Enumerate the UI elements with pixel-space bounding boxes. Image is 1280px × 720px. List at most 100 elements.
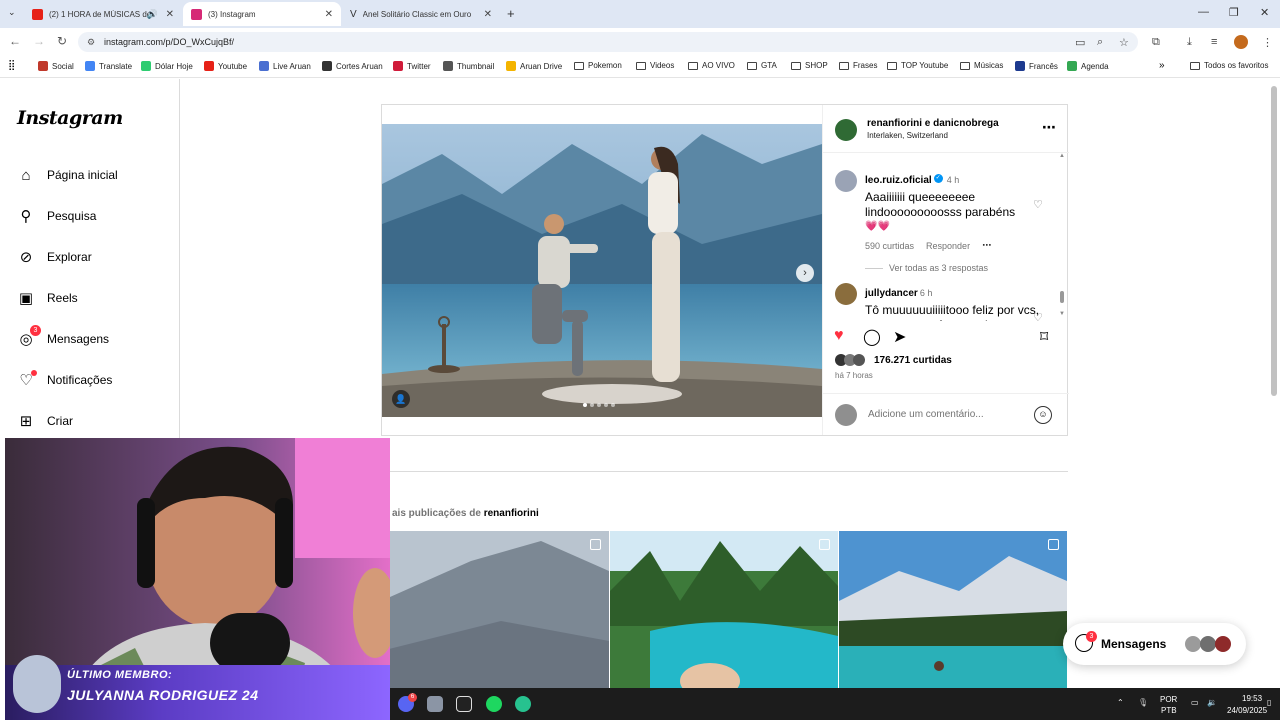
author-avatar[interactable] [835, 119, 857, 141]
scroll-down-icon[interactable]: ▼ [1059, 311, 1065, 317]
microphone-icon[interactable]: 🎙 [1138, 698, 1148, 707]
tab-ring-shop[interactable]: V Anel Solitário Classic em Ouro ✕ [342, 2, 500, 26]
spotify-icon[interactable] [486, 696, 502, 712]
nav-reels[interactable]: ▣ Reels [17, 286, 78, 310]
post-photo[interactable]: › 👤 [382, 124, 822, 417]
scroll-up-icon[interactable]: ▲ [1059, 153, 1065, 159]
grid-post[interactable] [839, 531, 1067, 689]
capcut-icon[interactable] [456, 696, 472, 712]
tray-chevron-icon[interactable]: ⌃ [1117, 698, 1124, 707]
language-primary[interactable]: POR [1160, 695, 1177, 704]
comment-username[interactable]: leo.ruiz.oficial [865, 175, 932, 186]
commenter-avatar[interactable] [835, 283, 857, 305]
apps-icon[interactable]: ⣿ [8, 60, 15, 71]
reload-icon[interactable]: ↻ [57, 34, 67, 48]
bookmark-ao-vivo[interactable]: AO VIVO [688, 61, 735, 70]
comment-likes[interactable]: 590 curtidas [865, 241, 914, 251]
more-options-icon[interactable]: ⋯ [1042, 119, 1057, 136]
close-icon[interactable]: ✕ [325, 9, 333, 20]
more-posts-user[interactable]: renanfiorini [484, 508, 539, 519]
forward-icon[interactable]: → [33, 34, 45, 48]
bookmark-pokemon[interactable]: Pokemon [574, 61, 622, 70]
bookmark-cortes[interactable]: Cortes Aruan [322, 61, 383, 71]
tab-instagram[interactable]: (3) Instagram ✕ [183, 2, 341, 26]
nav-create[interactable]: ⊞ Criar [17, 409, 73, 433]
close-icon[interactable]: ✕ [484, 9, 492, 20]
window-close-icon[interactable]: ✕ [1260, 6, 1269, 19]
chevron-right-icon[interactable]: » [1159, 60, 1165, 71]
instagram-logo[interactable]: Instagram [17, 107, 123, 129]
bookmark-musicas[interactable]: Músicas [960, 61, 1003, 70]
nav-notifications[interactable]: ♡ Notificações [17, 368, 112, 392]
profile-avatar[interactable] [1234, 35, 1248, 49]
app-icon[interactable] [515, 696, 531, 712]
install-app-icon[interactable]: ▭ [1075, 36, 1085, 49]
like-heart-icon[interactable]: ♥ [834, 327, 844, 345]
bookmark-all-favorites[interactable]: Todos os favoritos [1190, 61, 1268, 70]
post-author[interactable]: renanfiorini e danicnobrega [867, 118, 999, 129]
grid-post[interactable] [381, 531, 609, 689]
bookmark-frases[interactable]: Frases [839, 61, 877, 70]
clock-time[interactable]: 19:53 [1242, 694, 1262, 703]
restore-icon[interactable]: ❐ [1229, 6, 1239, 19]
star-icon[interactable]: ☆ [1119, 36, 1129, 49]
nav-home[interactable]: ⌂ Página inicial [17, 163, 117, 187]
bookmark-drive[interactable]: Aruan Drive [506, 61, 562, 71]
commenter-avatar[interactable] [835, 170, 857, 192]
comment-like-icon[interactable]: ♡ [1033, 198, 1043, 211]
emoji-icon[interactable]: ☺ [1034, 406, 1052, 424]
bookmark-videos[interactable]: Videos [636, 61, 674, 70]
download-icon[interactable]: ⤓ [1187, 36, 1192, 49]
comment-icon[interactable]: ◯ [863, 327, 881, 347]
clock-date[interactable]: 24/09/2025 [1227, 706, 1267, 715]
bookmark-top-youtube[interactable]: TOP Youtube [887, 61, 948, 70]
site-info-icon[interactable]: ⚙ [87, 32, 95, 52]
bookmark-twitter[interactable]: Twitter [393, 61, 431, 71]
bookmark-youtube[interactable]: Youtube [204, 61, 247, 71]
user-tag-icon[interactable]: 👤 [392, 390, 410, 408]
next-arrow-icon[interactable]: › [796, 264, 814, 282]
likes-count[interactable]: 176.271 curtidas [874, 355, 952, 366]
comment-username[interactable]: jullydancer [865, 288, 918, 299]
new-tab-icon[interactable]: + [507, 6, 515, 21]
bookmark-live-aruan[interactable]: Live Aruan [259, 61, 311, 71]
bookmark-shop[interactable]: SHOP [791, 61, 828, 70]
nav-search[interactable]: ⚲ Pesquisa [17, 204, 97, 228]
add-comment-input[interactable]: Adicione um comentário... [868, 409, 984, 420]
network-icon[interactable]: ▭ [1191, 698, 1199, 707]
language-secondary[interactable]: PTB [1161, 706, 1177, 715]
url-field[interactable]: ⚙ instagram.com/p/DO_WxCujqBf/ [78, 32, 1138, 52]
bookmark-translate[interactable]: Translate [85, 61, 132, 71]
reply-button[interactable]: Responder [926, 241, 970, 251]
close-icon[interactable]: ✕ [166, 9, 174, 20]
bookmark-dolar[interactable]: Dólar Hoje [141, 61, 193, 71]
back-icon[interactable]: ← [9, 34, 21, 48]
post-location[interactable]: Interlaken, Switzerland [867, 131, 948, 140]
menu-icon[interactable]: ⋮ [1262, 36, 1273, 49]
bookmark-thumbnail[interactable]: Thumbnail [443, 61, 494, 71]
zoom-icon[interactable]: ⌕ [1097, 36, 1103, 49]
share-icon[interactable]: ➤ [893, 327, 906, 347]
volume-icon[interactable]: 🔉 [1207, 698, 1217, 707]
save-bookmark-icon[interactable]: ⌑ [1040, 327, 1048, 347]
comment-like-icon[interactable]: ♡ [1033, 311, 1043, 321]
tab-youtube[interactable]: (2) 1 HORA de MÚSICAS de 🔊 ✕ [24, 2, 182, 26]
view-replies-link[interactable]: Ver todas as 3 respostas [865, 263, 1055, 273]
bookmark-agenda[interactable]: Agenda [1067, 61, 1109, 71]
bookmark-gta[interactable]: GTA [747, 61, 777, 70]
extensions-icon[interactable]: ⧉ [1152, 36, 1160, 49]
minimize-icon[interactable]: — [1198, 6, 1209, 18]
comments-scrollbar[interactable]: ▲ ▼ [1059, 153, 1065, 319]
media-icon[interactable]: ≡ [1211, 36, 1217, 48]
nav-messages[interactable]: ◎ 3 Mensagens [17, 325, 109, 351]
comment-more-icon[interactable]: ⋯ [982, 240, 991, 251]
nav-explore[interactable]: ⊘ Explorar [17, 245, 92, 269]
notifications-icon[interactable]: ▯ [1267, 698, 1271, 707]
messages-float-button[interactable]: 3 Mensagens [1063, 623, 1246, 665]
bookmark-frances[interactable]: Francês [1015, 61, 1058, 71]
bookmark-social[interactable]: Social [38, 61, 74, 71]
camera-icon[interactable] [427, 696, 443, 712]
tab-search-icon[interactable]: ⌄ [8, 7, 16, 18]
grid-post[interactable] [610, 531, 838, 689]
scroll-thumb[interactable] [1060, 291, 1064, 303]
